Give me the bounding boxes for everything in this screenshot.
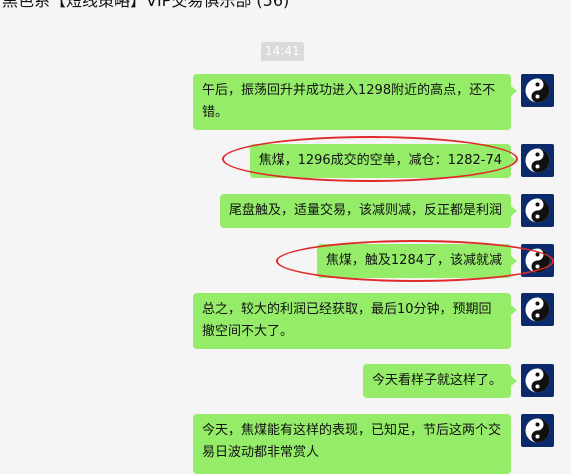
- message-bubble[interactable]: 尾盘触及，适量交易，该减则减，反正都是利润: [219, 194, 518, 228]
- more-options-button[interactable]: ···: [537, 0, 561, 11]
- yin-yang-icon[interactable]: [521, 414, 554, 447]
- message-bubble[interactable]: 午后，振荡回升并成功进入1298附近的高点，还不错。: [193, 74, 517, 130]
- yin-yang-icon[interactable]: [521, 74, 554, 107]
- message-bubble[interactable]: 今天，焦煤能有这样的表现，已知足，节后这两个交易日波动都非常赏人: [193, 414, 511, 474]
- message-bubble[interactable]: 焦煤，1296成交的空单，减仓：1282-74: [249, 144, 518, 178]
- message-bubble[interactable]: 总之，较大的利润已经获取，最后10分钟，预期回撤空间不大了。: [193, 293, 517, 349]
- yin-yang-icon[interactable]: [521, 293, 554, 326]
- yin-yang-icon[interactable]: [521, 364, 554, 397]
- message-bubble[interactable]: 今天看样子就这样了。: [362, 364, 518, 398]
- yin-yang-icon[interactable]: [521, 244, 554, 277]
- chat-message-area[interactable]: 14:41 午后，振荡回升并成功进入1298附近的高点，还不错。 焦煤，1296…: [0, 32, 571, 474]
- message-timestamp: 14:41: [261, 42, 304, 61]
- message-bubble[interactable]: 焦煤，触及1284了，该减就减: [316, 244, 518, 278]
- title-bar: 黑色系【短线策略】VIP交易俱乐部 (56) ···: [0, 0, 571, 19]
- yin-yang-icon[interactable]: [521, 194, 554, 227]
- chat-title: 黑色系【短线策略】VIP交易俱乐部 (56): [2, 0, 290, 10]
- yin-yang-icon[interactable]: [521, 144, 554, 177]
